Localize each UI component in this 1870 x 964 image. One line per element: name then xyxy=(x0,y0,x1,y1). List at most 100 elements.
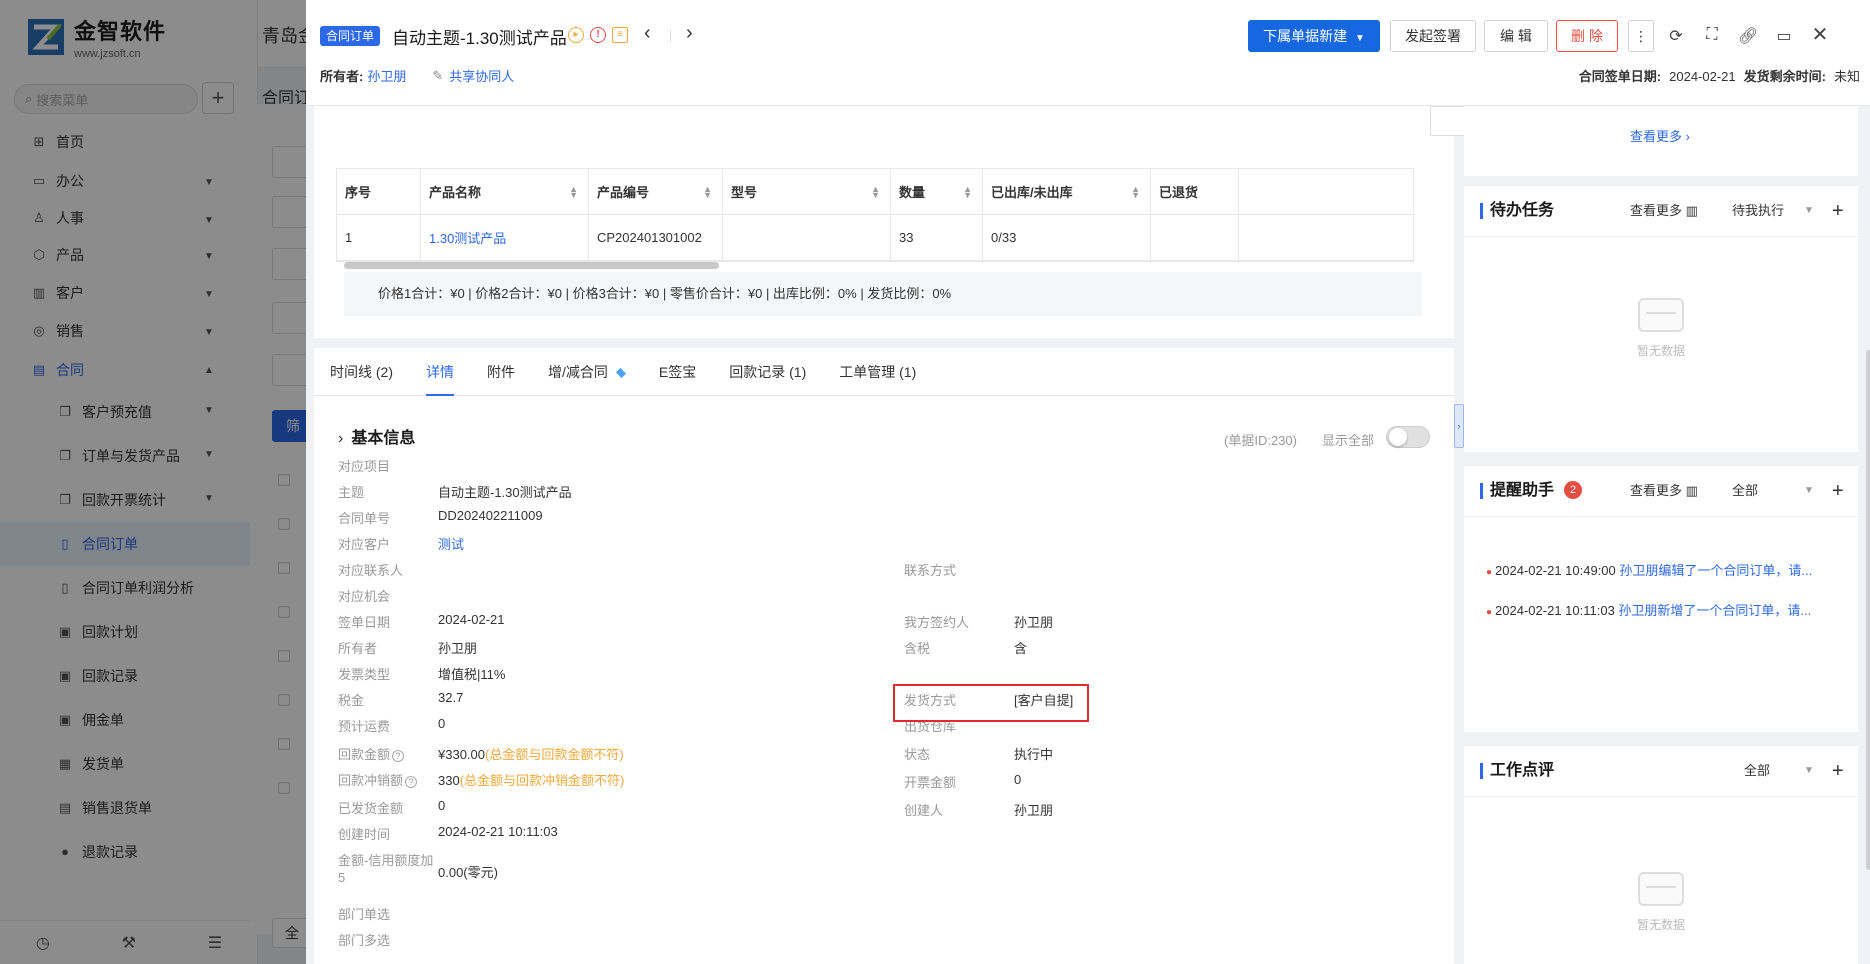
tab-work-orders[interactable]: 工单管理 (1) xyxy=(839,348,916,396)
reminder-item[interactable]: ● 2024-02-21 10:49:00 孙卫朋编辑了一个合同订单，请... xyxy=(1486,560,1812,579)
writeoff-note: (总金额与回款冲销金额不符) xyxy=(459,773,625,788)
sort-icon[interactable]: ▲ ▼ xyxy=(569,184,578,199)
sign-date-value: 2024-02-21 xyxy=(1669,69,1736,84)
record-title: 自动主题-1.30测试产品 xyxy=(392,29,567,48)
cell-product-name[interactable]: 1.30测试产品 xyxy=(421,215,589,260)
tab-contract-change[interactable]: 增/减合同 xyxy=(548,348,626,396)
note-icon[interactable]: ≡ xyxy=(612,27,628,43)
add-review-icon[interactable]: + xyxy=(1832,746,1844,796)
column-header[interactable]: 产品编号 ▲ ▼ xyxy=(589,169,723,214)
field-label: 状态 xyxy=(904,747,931,762)
toggle-knob xyxy=(1389,428,1407,446)
field-label: 合同单号 xyxy=(338,511,391,526)
field-value-created-time: 2024-02-21 10:11:03 xyxy=(438,824,558,839)
reminder-time: 2024-02-21 10:49:00 xyxy=(1495,563,1616,578)
new-sub-document-label: 下属单据新建 xyxy=(1263,28,1348,44)
field-label: 预计运费 xyxy=(338,719,391,734)
review-title: 工作点评 xyxy=(1480,746,1554,796)
reminder-item[interactable]: ● 2024-02-21 10:11:03 孙卫朋新增了一个合同订单，请... xyxy=(1486,600,1811,619)
todo-filter-select[interactable]: 待我执行 xyxy=(1732,186,1784,236)
close-icon[interactable]: ✕ xyxy=(1810,22,1830,47)
sort-icon[interactable]: ▲ ▼ xyxy=(1131,184,1140,199)
refresh-icon[interactable]: ⟳ xyxy=(1666,26,1686,46)
link-icon[interactable]: 🔗︎ xyxy=(1738,26,1758,46)
window-icon[interactable]: ▭ xyxy=(1774,26,1794,46)
tab-payment-records[interactable]: 回款记录 (1) xyxy=(729,348,806,396)
reminder-filter-select[interactable]: 全部 xyxy=(1732,466,1758,516)
drawer-vertical-scrollbar[interactable] xyxy=(1866,350,1870,870)
next-record-icon[interactable]: › xyxy=(686,22,693,45)
field-value-invoice-type: 增值税|11% xyxy=(438,667,506,682)
column-header[interactable]: 型号 ▲ ▼ xyxy=(723,169,891,214)
help-icon[interactable]: ? xyxy=(392,750,405,762)
chevron-down-icon[interactable]: ▼ xyxy=(1804,466,1814,516)
play-icon[interactable]: ▸ xyxy=(568,27,584,43)
ship-remaining-value: 未知 xyxy=(1833,69,1860,84)
owner-label: 所有者: xyxy=(320,69,364,84)
review-filter-select[interactable]: 全部 xyxy=(1744,746,1770,796)
writeoff-amount: 330 xyxy=(438,773,460,788)
field-label: 对应客户 xyxy=(338,537,391,552)
record-type-tag: 合同订单 xyxy=(320,26,381,46)
field-value-credit: 0.00(零元) xyxy=(438,865,498,880)
table-horizontal-scrollbar[interactable] xyxy=(344,262,719,269)
share-label: 共享协同人 xyxy=(449,69,515,84)
delete-button[interactable]: 删 除 xyxy=(1556,20,1618,52)
new-sub-document-button[interactable]: 下属单据新建 ▼ xyxy=(1248,20,1380,52)
field-label: 所有者 xyxy=(338,641,378,656)
basic-info-title: 基本信息 xyxy=(351,430,416,447)
basic-info-header[interactable]: › 基本信息 xyxy=(338,424,415,448)
field-label: 对应联系人 xyxy=(338,563,404,578)
fullscreen-icon[interactable]: ⛶ xyxy=(1702,26,1722,44)
chevron-down-icon[interactable]: ▼ xyxy=(1804,186,1814,236)
book-icon: ▥ xyxy=(1685,483,1698,498)
edit-button[interactable]: 编 辑 xyxy=(1484,20,1548,52)
reminder-title: 提醒助手 2 xyxy=(1480,466,1583,516)
field-value-contract-no: DD202402211009 xyxy=(438,508,543,523)
empty-text: 暂无数据 xyxy=(1636,344,1685,358)
order-detail-drawer: 合同订单 自动主题-1.30测试产品 ▸ ! ≡ ‹ › 所有者: 孙卫朋 ✎ … xyxy=(306,0,1870,964)
previous-record-icon[interactable]: ‹ xyxy=(644,22,651,45)
field-label: 回款金额 xyxy=(338,747,391,762)
field-value-customer[interactable]: 测试 xyxy=(438,534,464,553)
tab-details[interactable]: 详情 xyxy=(426,348,454,396)
share-collaborators-link[interactable]: ✎ 共享协同人 xyxy=(432,66,514,85)
start-sign-button[interactable]: 发起签署 xyxy=(1390,20,1476,52)
sort-icon[interactable]: ▲ ▼ xyxy=(871,184,880,199)
column-header[interactable]: 已出库/未出库 ▲ ▼ xyxy=(983,169,1151,214)
show-all-toggle[interactable] xyxy=(1386,426,1430,448)
todo-see-more-link[interactable]: 查看更多 ▥ xyxy=(1630,186,1698,236)
reminder-text[interactable]: 孙卫朋编辑了一个合同订单，请... xyxy=(1619,563,1812,578)
column-header[interactable]: 数量 ▲ ▼ xyxy=(891,169,983,214)
tab-attachments[interactable]: 附件 xyxy=(487,348,515,396)
add-todo-icon[interactable]: + xyxy=(1832,186,1844,236)
field-value-shipped-amount: 0 xyxy=(438,798,446,813)
column-header[interactable]: 产品名称 ▲ ▼ xyxy=(421,169,589,214)
owner-value[interactable]: 孙卫朋 xyxy=(367,66,406,85)
alert-icon[interactable]: ! xyxy=(590,27,606,43)
empty-inbox-icon xyxy=(1638,298,1684,332)
field-value-sign-date: 2024-02-21 xyxy=(438,612,505,627)
bill-id: (单据ID:230) xyxy=(1224,433,1297,448)
field-value-payment: ¥330.00(总金额与回款金额不符) xyxy=(438,744,624,763)
collapse-right-panel-button[interactable]: › xyxy=(1454,404,1464,448)
diamond-icon xyxy=(615,368,626,379)
detail-card: 时间线 (2) 详情 附件 增/减合同 E签宝 回款记录 (1) 工单管理 (1… xyxy=(314,348,1454,964)
field-value-owner: 孙卫朋 xyxy=(438,641,478,656)
tab-timeline[interactable]: 时间线 (2) xyxy=(330,348,393,396)
todo-card: 待办任务 查看更多 ▥ 待我执行 ▼ + 暂无数据 xyxy=(1464,186,1858,452)
field-label: 含税 xyxy=(904,641,931,656)
reminder-see-more-link[interactable]: 查看更多 ▥ xyxy=(1630,466,1698,516)
add-reminder-icon[interactable]: + xyxy=(1832,466,1844,516)
chevron-down-icon[interactable]: ▼ xyxy=(1804,746,1814,796)
see-more-link[interactable]: 查看更多 › xyxy=(1630,126,1690,145)
tab-esign[interactable]: E签宝 xyxy=(659,348,696,396)
more-actions-button[interactable]: ⋮ xyxy=(1628,20,1654,52)
reminder-text[interactable]: 孙卫朋新增了一个合同订单，请... xyxy=(1618,603,1811,618)
help-icon[interactable]: ? xyxy=(405,776,418,788)
field-label: 开票金额 xyxy=(904,775,957,790)
field-label: 部门多选 xyxy=(338,933,391,948)
sort-icon[interactable]: ▲ ▼ xyxy=(963,184,972,199)
see-more-card: 查看更多 › xyxy=(1464,106,1858,176)
sort-icon[interactable]: ▲ ▼ xyxy=(703,184,712,199)
